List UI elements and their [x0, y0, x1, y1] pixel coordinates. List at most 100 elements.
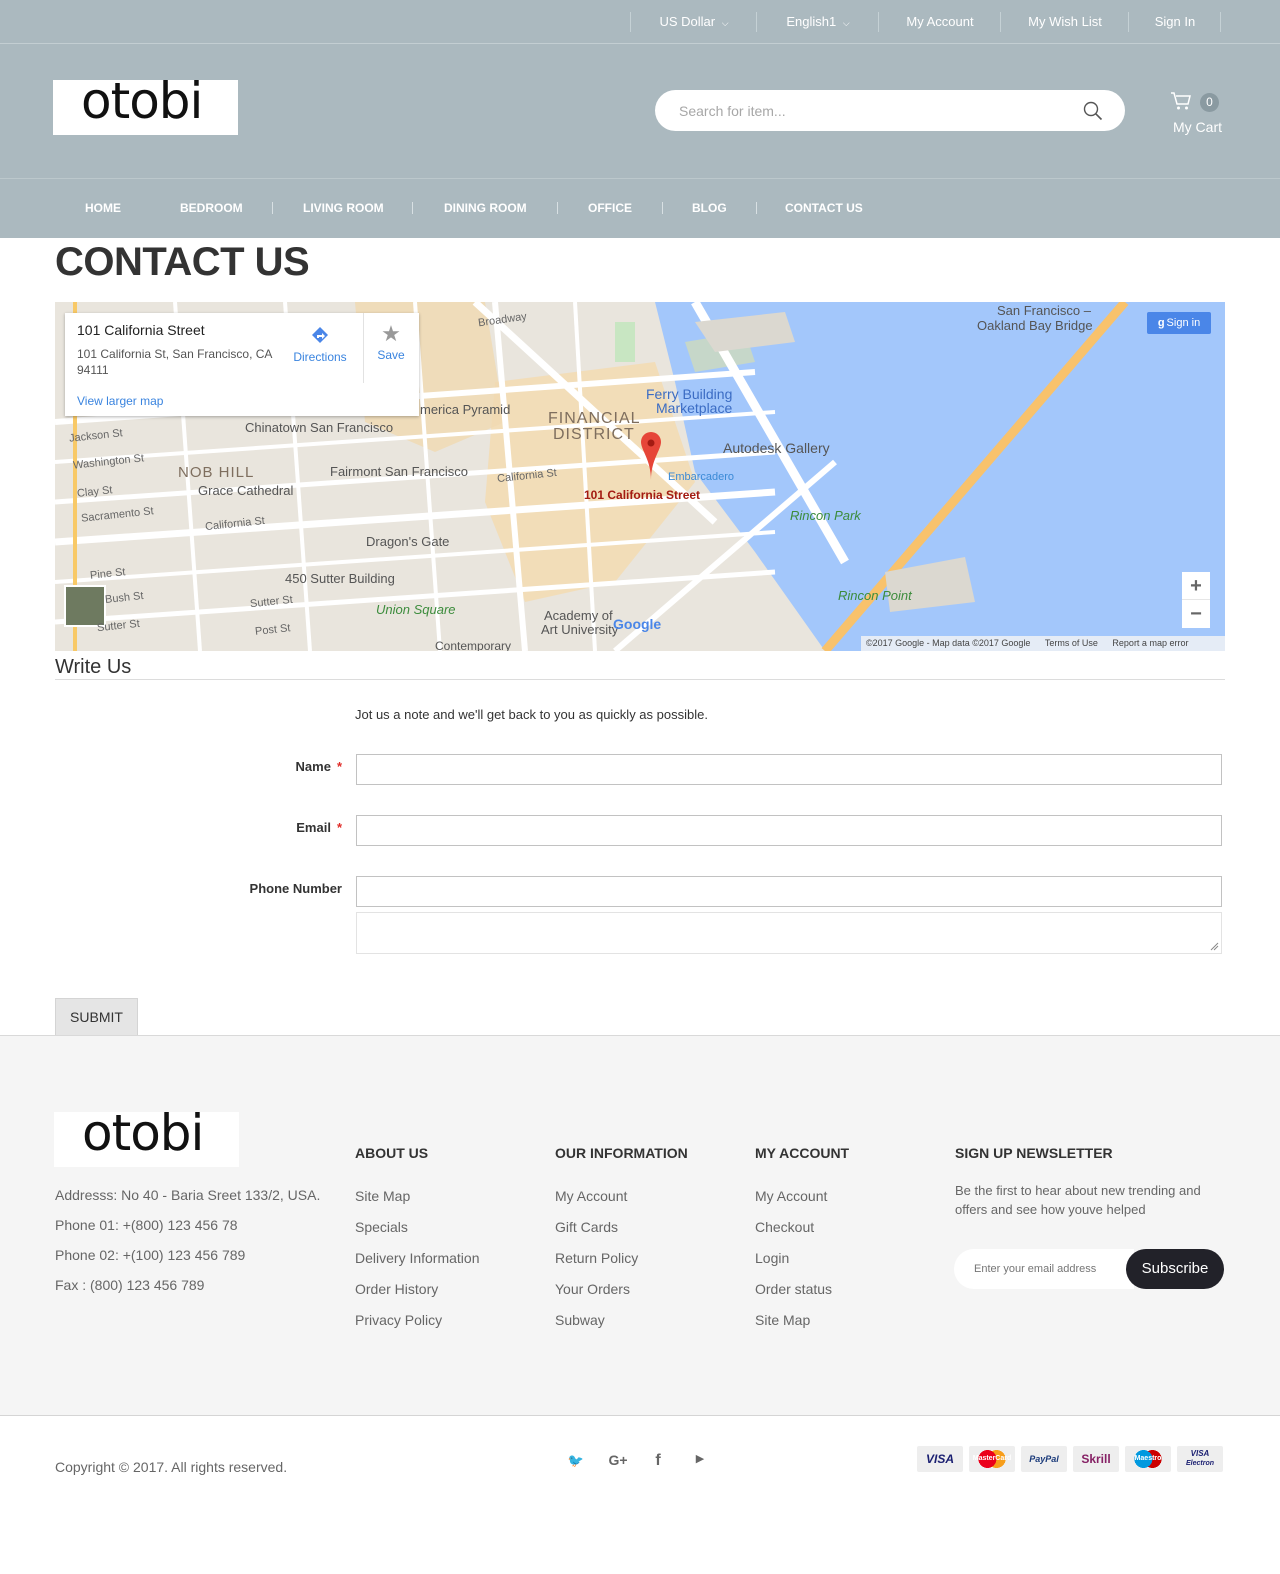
phone-field[interactable]	[356, 876, 1222, 907]
nav-item-home[interactable]: Home	[85, 179, 121, 239]
search-box	[655, 90, 1125, 131]
map-label: Oakland Bay Bridge	[977, 318, 1093, 333]
wish-list-link[interactable]: My Wish List	[1002, 0, 1128, 44]
footer-link[interactable]: Privacy Policy	[355, 1312, 442, 1328]
place-address: 101 California St, San Francisco, CA	[77, 347, 273, 361]
cart-count-badge: 0	[1200, 93, 1219, 112]
map-label: 450 Sutter Building	[285, 571, 395, 586]
map-label: Autodesk Gallery	[723, 440, 830, 456]
footer-phone2: Phone 02: +(100) 123 456 789	[55, 1247, 246, 1263]
visa-electron-payment-icon: VISA Electron	[1177, 1446, 1223, 1472]
footer-link[interactable]: Your Orders	[555, 1281, 630, 1297]
footer-link[interactable]: Gift Cards	[555, 1219, 618, 1235]
cart-label: My Cart	[1173, 119, 1222, 135]
footer-link[interactable]: Checkout	[755, 1219, 814, 1235]
footer-link[interactable]: Delivery Information	[355, 1250, 480, 1266]
map-label: Art University	[541, 622, 619, 637]
zoom-in-button[interactable]: +	[1182, 572, 1210, 600]
newsletter-text: Be the first to hear about new trending …	[955, 1183, 1201, 1198]
footer-logo[interactable]: otobi	[54, 1112, 239, 1167]
top-bar-divider	[878, 12, 879, 32]
nav-item-bedroom[interactable]: Bedroom	[180, 179, 243, 239]
map-label: San Francisco –	[997, 303, 1091, 318]
report-link[interactable]: Report a map error	[1112, 638, 1188, 648]
view-larger-map-link[interactable]: View larger map	[77, 394, 163, 408]
nav-divider	[557, 202, 558, 214]
top-bar-divider	[1128, 12, 1129, 32]
nav-item-office[interactable]: Office	[588, 179, 632, 239]
logo-text: otobi	[81, 80, 203, 130]
twitter-icon[interactable]: 🐦	[566, 1453, 586, 1469]
email-field[interactable]	[356, 815, 1222, 846]
visa-electron-label: VISA	[1190, 1449, 1210, 1458]
zoom-out-button[interactable]: −	[1182, 600, 1210, 628]
google-map[interactable]: Broadway FINANCIAL DISTRICT merica Pyram…	[55, 302, 1225, 651]
mastercard-payment-icon: MasterCard	[969, 1446, 1015, 1472]
maestro-payment-icon: Maestro	[1125, 1446, 1171, 1472]
map-marker-label: 101 California Street	[584, 488, 701, 502]
facebook-icon[interactable]: f	[648, 1452, 668, 1470]
map-label: Rincon Park	[790, 508, 861, 523]
nav-item-contact-us[interactable]: Contact Us	[785, 179, 863, 239]
nav-divider	[756, 202, 757, 214]
footer-link[interactable]: Login	[755, 1250, 789, 1266]
mini-cart[interactable]: 0 My Cart	[1170, 90, 1230, 140]
directions-button[interactable]: Directions	[290, 321, 350, 369]
map-label: Chinatown San Francisco	[245, 420, 394, 435]
map-info-card: 101 California Street 101 California St,…	[65, 313, 419, 416]
language-label: English1	[786, 14, 837, 29]
place-name: 101 California Street	[77, 322, 205, 338]
footer-link[interactable]: Site Map	[755, 1312, 810, 1328]
page-title: CONTACT US	[55, 240, 310, 284]
subscribe-button[interactable]: Subscribe	[1126, 1249, 1224, 1289]
submit-button[interactable]: SUBMIT	[55, 998, 138, 1036]
footer-link[interactable]: My Account	[755, 1188, 827, 1204]
bottom-bar	[0, 1415, 1280, 1574]
save-place-button[interactable]: ★ Save	[369, 321, 413, 369]
map-label: merica Pyramid	[420, 402, 511, 417]
map-label: Embarcadero	[668, 471, 735, 483]
my-account-link[interactable]: My Account	[880, 0, 1000, 44]
footer-fax: Fax : (800) 123 456 789	[55, 1277, 205, 1293]
language-switcher[interactable]: English1 ⌵	[758, 0, 878, 44]
youtube-icon[interactable]: ▶	[690, 1452, 710, 1465]
map-label: Fairmont San Francisco	[330, 464, 468, 479]
map-sign-in-label: Sign in	[1166, 317, 1201, 329]
terms-link[interactable]: Terms of Use	[1045, 638, 1098, 648]
nav-item-living-room[interactable]: Living Room	[303, 179, 384, 239]
sign-in-link[interactable]: Sign In	[1130, 0, 1220, 44]
footer-link[interactable]: Subway	[555, 1312, 605, 1328]
email-label-text: Email	[296, 820, 331, 835]
map-sign-in-button[interactable]: g Sign in	[1147, 312, 1211, 334]
resize-handle-icon[interactable]	[1209, 941, 1219, 951]
newsletter-email-input[interactable]	[974, 1260, 1124, 1278]
nav-item-dining-room[interactable]: Dining Room	[444, 179, 527, 239]
footer-link[interactable]: My Account	[555, 1188, 627, 1204]
currency-switcher[interactable]: US Dollar ⌵	[632, 0, 756, 44]
chevron-down-icon: ⌵	[842, 18, 850, 28]
name-field[interactable]	[356, 754, 1222, 785]
footer-account-title: My Account	[755, 1145, 850, 1161]
logo[interactable]: otobi	[53, 80, 238, 135]
map-label: Grace Cathedral	[198, 483, 294, 498]
google-plus-icon[interactable]: G+	[606, 1452, 630, 1468]
currency-label: US Dollar	[659, 14, 716, 29]
footer-link[interactable]: Specials	[355, 1219, 408, 1235]
newsletter-title: Sign Up Newsletter	[955, 1145, 1113, 1161]
map-label: NOB HILL	[178, 464, 255, 481]
top-bar: US Dollar ⌵ English1 ⌵ My Account My Wis…	[0, 0, 1280, 44]
footer-phone1: Phone 01: +(800) 123 456 78	[55, 1217, 238, 1233]
footer-link[interactable]: Return Policy	[555, 1250, 638, 1266]
map-label: Academy of	[544, 608, 613, 623]
footer-link[interactable]: Order status	[755, 1281, 832, 1297]
section-divider	[55, 679, 1225, 680]
footer-info-title: Our Information	[555, 1145, 688, 1161]
search-input[interactable]	[679, 100, 1059, 122]
nav-divider	[662, 202, 663, 214]
footer-link[interactable]: Site Map	[355, 1188, 410, 1204]
message-textarea[interactable]	[356, 912, 1222, 954]
nav-item-blog[interactable]: Blog	[692, 179, 727, 239]
footer-link[interactable]: Order History	[355, 1281, 438, 1297]
search-icon[interactable]	[1083, 101, 1103, 121]
name-label: Name *	[200, 759, 342, 774]
